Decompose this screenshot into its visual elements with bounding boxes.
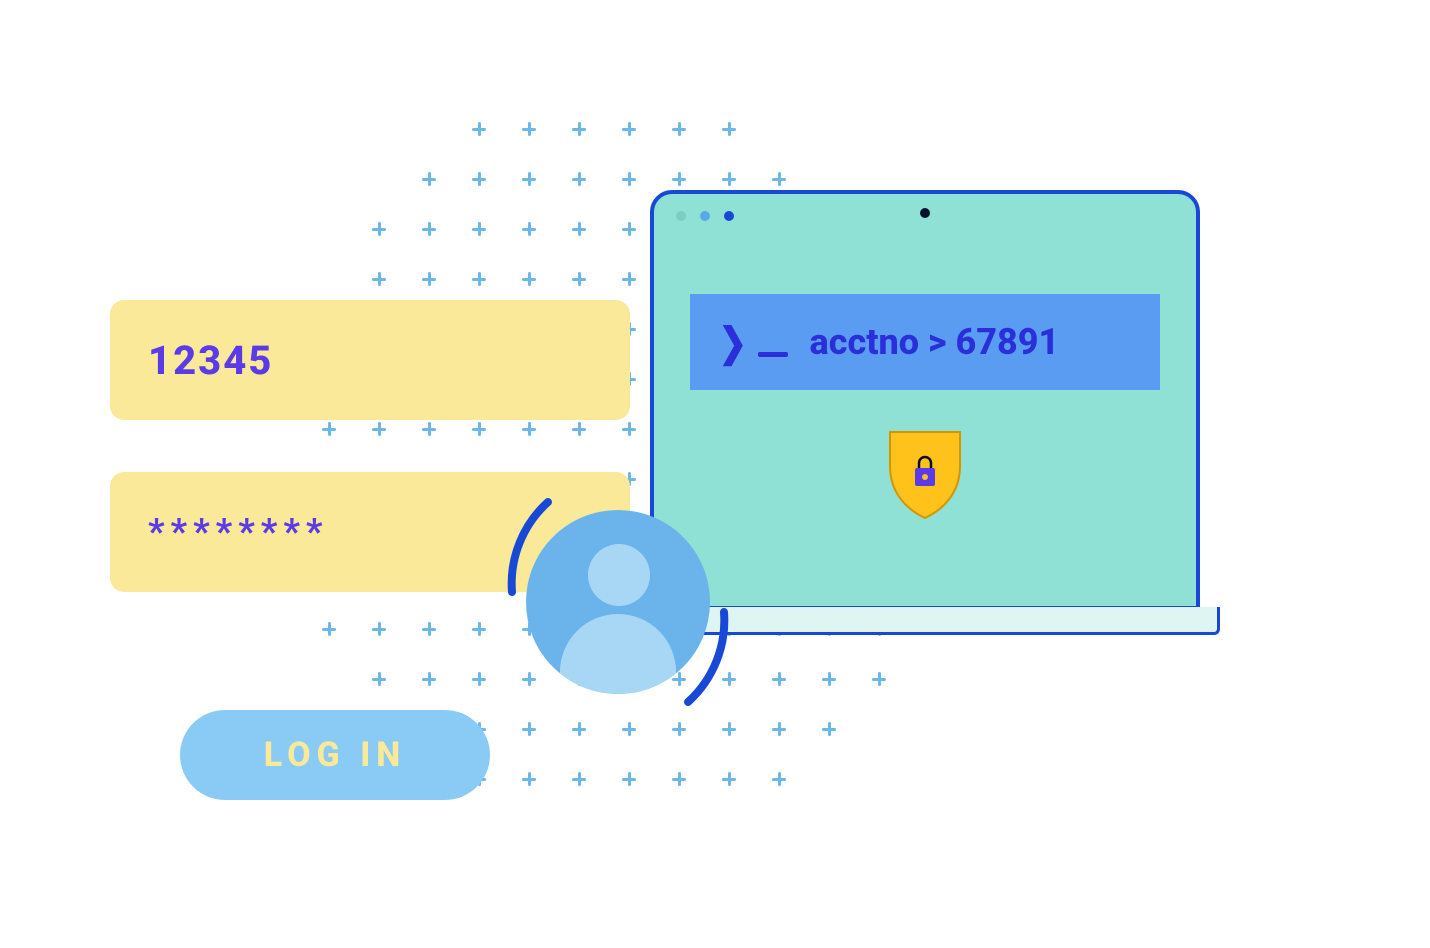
password-mask: ******** (148, 511, 328, 553)
window-dot (700, 211, 710, 221)
terminal-text: acctno > 67891 (810, 321, 1060, 363)
username-field[interactable]: 12345 (110, 300, 630, 420)
security-login-illustration: ❯ acctno > 67891 12345 ** (0, 0, 1430, 948)
user-avatar (498, 482, 738, 722)
person-icon (588, 544, 650, 606)
avatar-circle (526, 510, 710, 694)
username-value: 12345 (148, 337, 273, 384)
login-button[interactable]: LOG IN (180, 710, 490, 800)
login-button-label: LOG IN (264, 735, 407, 775)
window-controls (654, 194, 1196, 238)
shield-lock-icon (884, 428, 966, 520)
window-dot (676, 211, 686, 221)
prompt-icon: ❯ (716, 319, 788, 366)
terminal-bar: ❯ acctno > 67891 (690, 294, 1160, 390)
window-dot (724, 211, 734, 221)
